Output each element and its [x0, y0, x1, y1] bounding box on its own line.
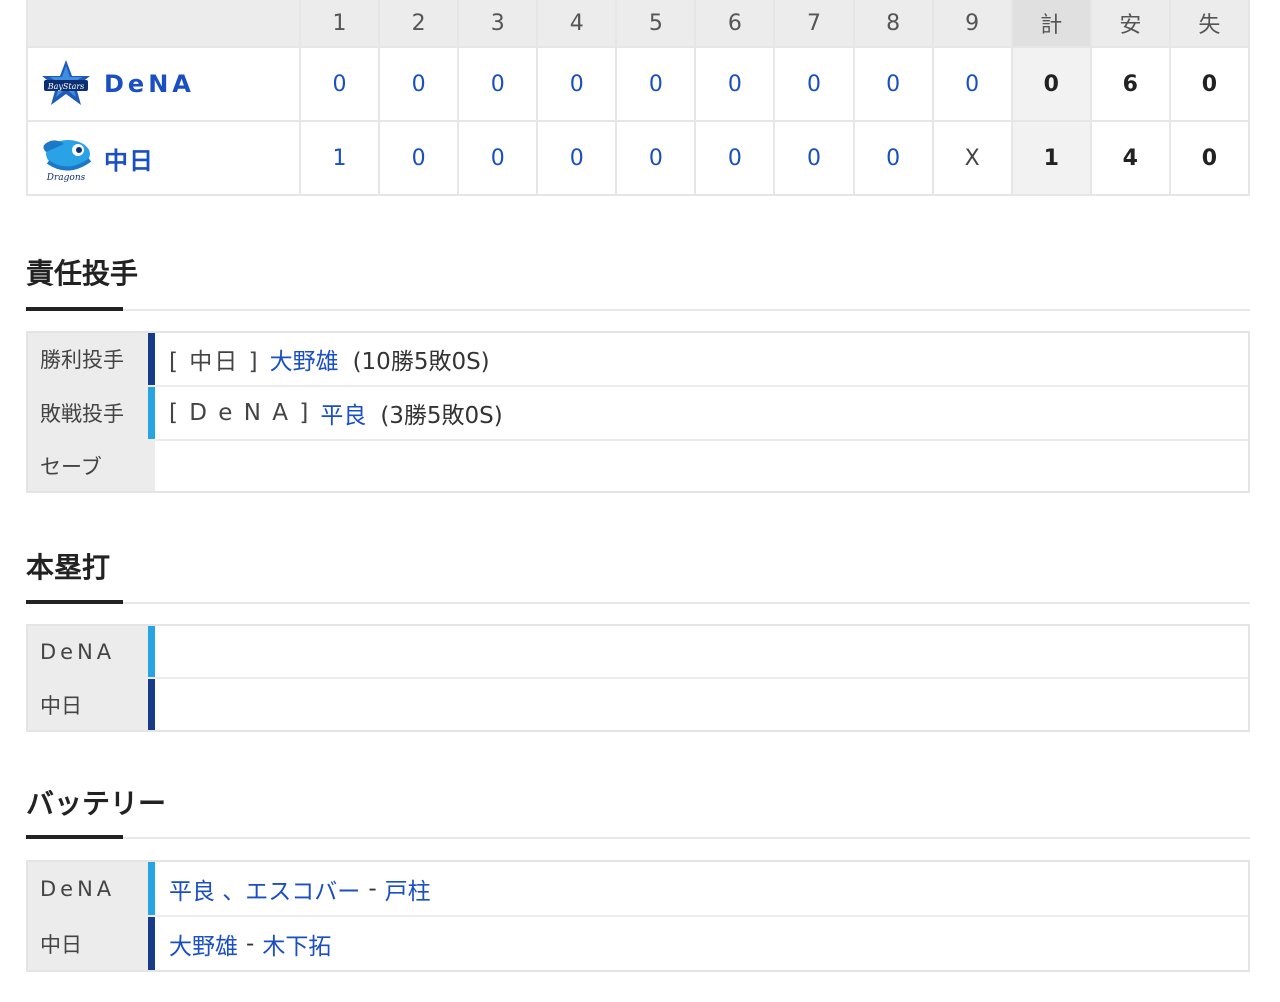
inning-header: 4 — [536, 0, 618, 48]
inning-score[interactable]: 1 — [298, 120, 381, 196]
inning-score[interactable]: 0 — [378, 120, 460, 196]
inning-score[interactable]: 0 — [298, 46, 381, 122]
team-color-bar — [148, 333, 155, 385]
team-column-header — [26, 0, 301, 48]
team-color-bar — [148, 387, 155, 439]
inning-score[interactable]: 0 — [457, 120, 539, 196]
inning-score[interactable]: 0 — [773, 46, 855, 122]
hits: 6 — [1089, 46, 1171, 122]
team-name-chunichi[interactable]: 中日 — [104, 141, 154, 176]
save-pitcher-row: セーブ — [28, 439, 1248, 491]
section-title-battery: バッテリー — [26, 787, 167, 820]
dragons-logo-icon: Dragons — [38, 132, 94, 184]
team-color-bar — [148, 626, 155, 677]
win-pitcher-row: 勝利投手 [ 中日 ] 大野雄 (10勝5敗0S) — [28, 333, 1248, 385]
section-divider — [26, 600, 1250, 604]
inning-header: 3 — [457, 0, 539, 48]
homerun-team-label: DeNA — [28, 626, 148, 677]
loss-pitcher-row: 敗戦投手 [ D e N A ] 平良 (3勝5敗0S) — [28, 385, 1248, 439]
team-color-bar — [148, 917, 155, 970]
baystars-logo-icon: BayStars — [38, 58, 94, 110]
battery-separator: - — [368, 875, 377, 902]
homerun-team-label: 中日 — [28, 679, 148, 730]
team-name-dena[interactable]: DeNA — [104, 70, 195, 98]
team-cell[interactable]: Dragons 中日 — [26, 120, 301, 196]
team-color-bar — [148, 441, 155, 491]
section-title-pitchers: 責任投手 — [26, 257, 139, 290]
section-divider — [26, 835, 1250, 839]
inning-score[interactable]: 0 — [852, 120, 934, 196]
hits: 4 — [1089, 120, 1171, 196]
loss-pitcher-team: [ D e N A ] — [169, 400, 311, 426]
save-pitcher-label: セーブ — [28, 441, 148, 491]
win-pitcher-record: (10勝5敗0S) — [352, 349, 490, 375]
inning-score[interactable]: 0 — [694, 120, 776, 196]
loss-pitcher-label: 敗戦投手 — [28, 387, 148, 439]
inning-header: 9 — [931, 0, 1013, 48]
inning-score[interactable]: 0 — [615, 46, 697, 122]
inning-header: 5 — [615, 0, 697, 48]
battery-separator: - — [246, 930, 255, 957]
errors-header: 失 — [1168, 0, 1251, 48]
homeruns-table: DeNA 中日 — [26, 624, 1250, 732]
battery-team-label: DeNA — [28, 862, 148, 915]
battery-team-label: 中日 — [28, 917, 148, 970]
save-pitcher-value — [155, 441, 1248, 491]
inning-score[interactable]: 0 — [773, 120, 855, 196]
inning-score: X — [931, 120, 1013, 196]
inning-score[interactable]: 0 — [536, 120, 618, 196]
scoreboard-header-row: 1 2 3 4 5 6 7 8 9 計 安 失 — [26, 0, 1251, 48]
team-row-dena: BayStars DeNA 0 0 0 0 0 0 0 0 0 0 6 0 — [26, 46, 1251, 122]
team-color-bar — [148, 679, 155, 730]
inning-header: 8 — [852, 0, 934, 48]
inning-score[interactable]: 0 — [378, 46, 460, 122]
team-color-bar — [148, 862, 155, 915]
svg-text:Dragons: Dragons — [46, 173, 86, 183]
loss-pitcher-record: (3勝5敗0S) — [380, 403, 503, 429]
inning-header: 7 — [773, 0, 855, 48]
battery-row-dena: DeNA 平良 、エスコバー - 戸柱 — [28, 862, 1248, 915]
team-row-chunichi: Dragons 中日 1 0 0 0 0 0 0 0 X 1 4 0 — [26, 120, 1251, 196]
battery-row-chunichi: 中日 大野雄 - 木下拓 — [28, 915, 1248, 970]
total-runs: 1 — [1010, 120, 1092, 196]
errors: 0 — [1168, 46, 1251, 122]
inning-header: 1 — [298, 0, 381, 48]
homerun-value — [155, 626, 1248, 677]
battery-pitchers[interactable]: 平良 、エスコバー — [169, 872, 360, 906]
errors: 0 — [1168, 120, 1251, 196]
inning-score[interactable]: 0 — [694, 46, 776, 122]
battery-catcher[interactable]: 戸柱 — [385, 872, 431, 906]
section-title-homeruns: 本塁打 — [26, 551, 111, 584]
team-cell[interactable]: BayStars DeNA — [26, 46, 301, 122]
total-runs: 0 — [1010, 46, 1092, 122]
win-pitcher-name[interactable]: 大野雄 — [270, 342, 339, 376]
win-pitcher-label: 勝利投手 — [28, 333, 148, 385]
pitchers-table: 勝利投手 [ 中日 ] 大野雄 (10勝5敗0S) 敗戦投手 [ D e N A… — [26, 331, 1250, 493]
loss-pitcher-name[interactable]: 平良 — [320, 396, 366, 430]
inning-score[interactable]: 0 — [931, 46, 1013, 122]
scoreboard-table: 1 2 3 4 5 6 7 8 9 計 安 失 BayStars DeNA 0 … — [26, 0, 1251, 196]
battery-catcher[interactable]: 木下拓 — [262, 927, 331, 961]
battery-pitchers[interactable]: 大野雄 — [169, 927, 238, 961]
homerun-row-chunichi: 中日 — [28, 677, 1248, 730]
inning-header: 2 — [378, 0, 460, 48]
inning-score[interactable]: 0 — [615, 120, 697, 196]
hits-header: 安 — [1089, 0, 1171, 48]
inning-score[interactable]: 0 — [852, 46, 934, 122]
inning-score[interactable]: 0 — [457, 46, 539, 122]
svg-text:BayStars: BayStars — [47, 82, 85, 91]
total-header: 計 — [1010, 0, 1092, 48]
inning-header: 6 — [694, 0, 776, 48]
inning-score[interactable]: 0 — [536, 46, 618, 122]
section-divider — [26, 307, 1250, 311]
homerun-value — [155, 679, 1248, 730]
battery-table: DeNA 平良 、エスコバー - 戸柱 中日 大野雄 - 木下拓 — [26, 860, 1250, 972]
win-pitcher-team: [ 中日 ] — [169, 349, 260, 375]
homerun-row-dena: DeNA — [28, 626, 1248, 677]
